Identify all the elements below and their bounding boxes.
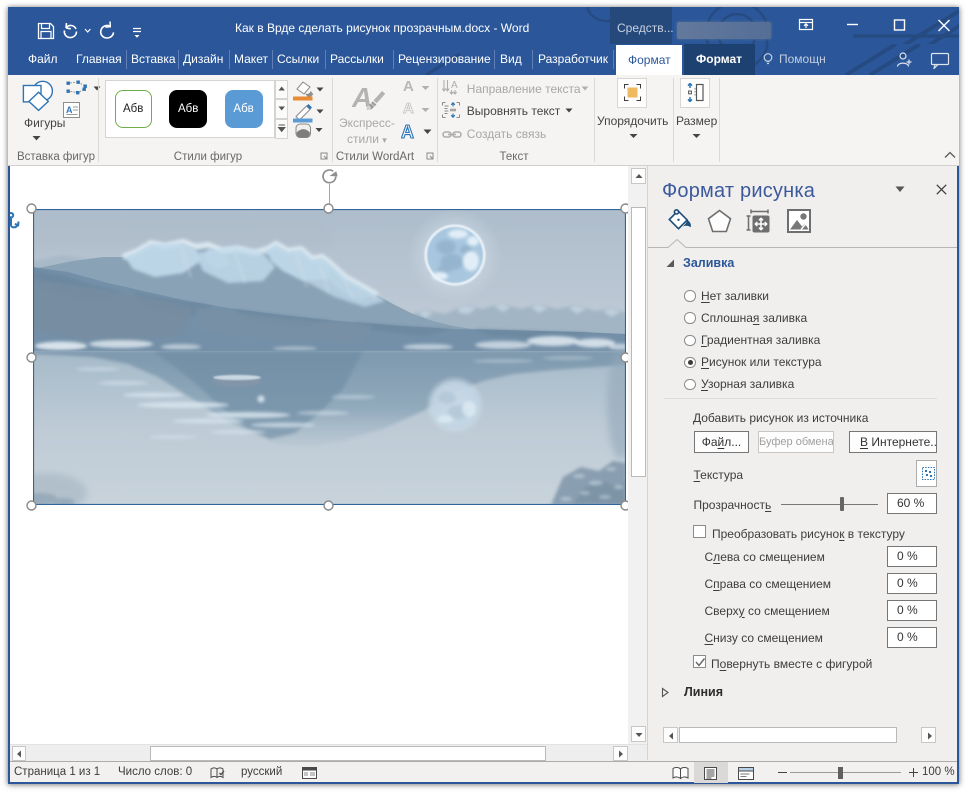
svg-text:A: A bbox=[451, 80, 458, 91]
svg-text:A: A bbox=[401, 122, 414, 141]
svg-text:A: A bbox=[66, 105, 73, 115]
svg-text:A: A bbox=[403, 100, 414, 116]
